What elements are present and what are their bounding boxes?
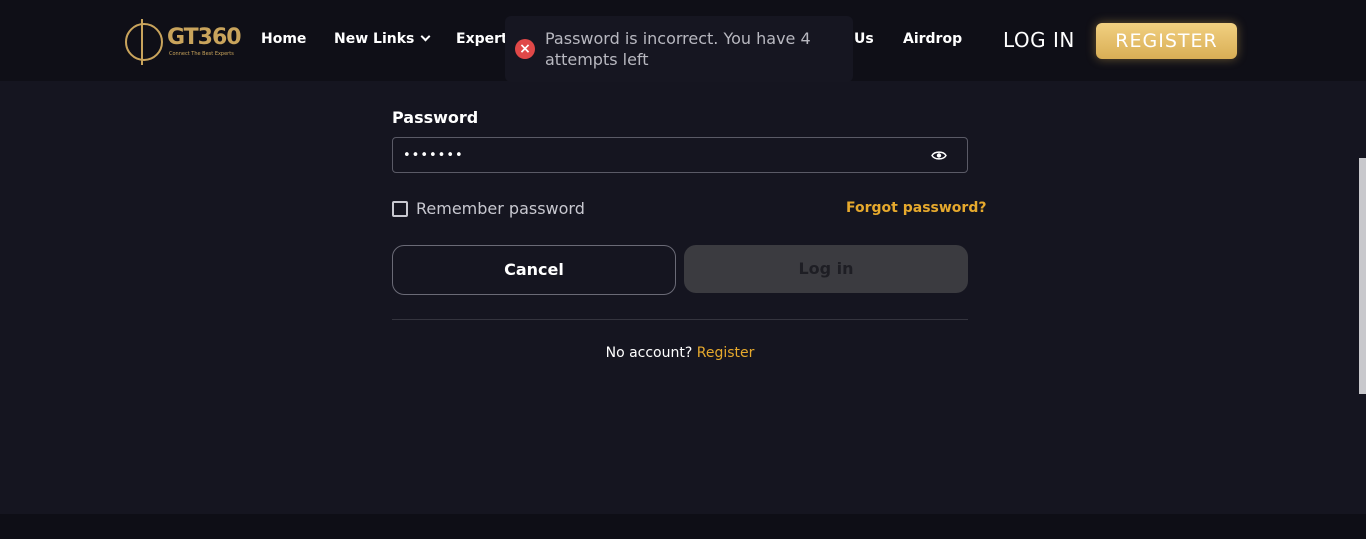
nav-register-button[interactable]: REGISTER — [1096, 23, 1237, 59]
password-input[interactable] — [403, 138, 913, 172]
logo-text: GT360 — [167, 25, 242, 50]
login-button[interactable]: Log in — [684, 245, 968, 293]
register-link[interactable]: Register — [697, 345, 755, 361]
logo-coin-icon — [125, 19, 163, 65]
cancel-button[interactable]: Cancel — [392, 245, 676, 295]
remember-password-label[interactable]: Remember password — [416, 199, 585, 218]
error-toast: × Password is incorrect. You have 4 atte… — [505, 16, 853, 82]
no-account-text: No account? — [605, 345, 693, 361]
error-x-icon: × — [515, 39, 535, 59]
page-scrollbar[interactable] — [1359, 158, 1366, 394]
password-field[interactable] — [392, 137, 968, 173]
logo-tagline: Connect The Best Experts — [169, 51, 234, 57]
password-label: Password — [392, 108, 479, 127]
nav-login-link[interactable]: LOG IN — [1003, 28, 1075, 52]
form-divider — [392, 319, 968, 320]
nav-about-us[interactable]: Us — [854, 31, 874, 47]
nav-new-links-label: New Links — [334, 31, 415, 47]
nav-expert[interactable]: Expert — [456, 31, 508, 47]
gt360-logo[interactable]: GT360 Connect The Best Experts — [125, 19, 242, 65]
toast-message: Password is incorrect. You have 4 attemp… — [545, 29, 811, 69]
eye-icon[interactable] — [931, 150, 947, 161]
forgot-password-link[interactable]: Forgot password? — [846, 200, 986, 216]
chevron-down-icon — [420, 31, 431, 42]
nav-airdrop[interactable]: Airdrop — [903, 31, 962, 47]
footer-strip — [0, 514, 1366, 539]
nav-new-links[interactable]: New Links — [334, 31, 431, 47]
nav-home[interactable]: Home — [261, 31, 306, 47]
remember-password-checkbox[interactable] — [392, 201, 408, 217]
no-account-row: No account? Register — [0, 345, 1360, 361]
